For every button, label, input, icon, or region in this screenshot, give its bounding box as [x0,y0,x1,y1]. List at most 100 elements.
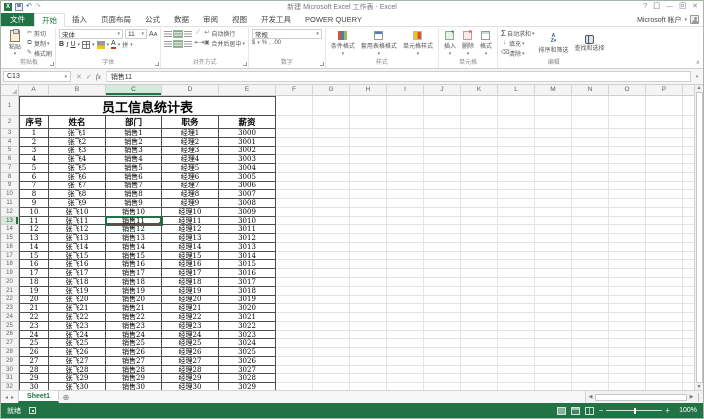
cell-D32[interactable]: 经理30 [162,383,219,390]
help-button[interactable]: ? [643,2,647,12]
cell-L27[interactable] [498,339,535,348]
cell-O7[interactable] [609,164,646,173]
cell-G31[interactable] [313,374,350,383]
cell-L21[interactable] [498,287,535,296]
cell-B26[interactable]: 张飞24 [49,331,106,340]
cell-F6[interactable] [276,155,313,164]
cell-D27[interactable]: 经理25 [162,339,219,348]
cell-O13[interactable] [609,217,646,226]
cell-A31[interactable]: 29 [19,374,49,383]
cell-D18[interactable]: 经理16 [162,260,219,269]
cell-G32[interactable] [313,383,350,390]
cell-H32[interactable] [350,383,387,390]
cell-P8[interactable] [646,173,683,182]
cell-K25[interactable] [461,322,498,331]
cell-Q30[interactable] [683,366,694,375]
cell-N6[interactable] [572,155,609,164]
cell-Q12[interactable] [683,208,694,217]
cell-I19[interactable] [387,269,424,278]
cell-P25[interactable] [646,322,683,331]
cell-D11[interactable]: 经理9 [162,199,219,208]
cell-M11[interactable] [535,199,572,208]
percent-button[interactable]: % [262,40,267,46]
cell-B7[interactable]: 张飞5 [49,164,106,173]
autosum-button[interactable]: Σ自动求和▾ [501,29,534,38]
cell-C7[interactable]: 销售5 [106,164,162,173]
cell-B15[interactable]: 张飞13 [49,234,106,243]
cell-A10[interactable]: 8 [19,190,49,199]
cell-F19[interactable] [276,269,313,278]
cell-P12[interactable] [646,208,683,217]
cell-F25[interactable] [276,322,313,331]
cell-O19[interactable] [609,269,646,278]
cell-E5[interactable]: 3002 [219,147,276,156]
cell-Q28[interactable] [683,348,694,357]
cell-C32[interactable]: 销售30 [106,383,162,390]
column-header-J[interactable]: J [424,85,461,96]
cell-H23[interactable] [350,304,387,313]
cell-I25[interactable] [387,322,424,331]
cell-J20[interactable] [424,278,461,287]
cell-D6[interactable]: 经理4 [162,155,219,164]
cell-D24[interactable]: 经理22 [162,313,219,322]
cell-A29[interactable]: 27 [19,357,49,366]
cell-P29[interactable] [646,357,683,366]
cell-P1[interactable] [646,96,683,116]
cell-C8[interactable]: 销售6 [106,173,162,182]
cell-M21[interactable] [535,287,572,296]
align-center-button[interactable] [174,41,182,47]
cell-N28[interactable] [572,348,609,357]
cell-D5[interactable]: 经理3 [162,147,219,156]
cell-Q31[interactable] [683,374,694,383]
zoom-slider[interactable] [606,410,662,411]
cell-B3[interactable]: 张飞1 [49,129,106,138]
cell-A23[interactable]: 21 [19,304,49,313]
cell-L12[interactable] [498,208,535,217]
cell-I4[interactable] [387,138,424,147]
cell-J24[interactable] [424,313,461,322]
cell-K15[interactable] [461,234,498,243]
cell-E21[interactable]: 3018 [219,287,276,296]
cell-E14[interactable]: 3011 [219,225,276,234]
row-header-15[interactable]: 15 [1,234,19,243]
cell-K28[interactable] [461,348,498,357]
cell-N14[interactable] [572,225,609,234]
cell-B27[interactable]: 张飞25 [49,339,106,348]
row-header-1[interactable]: 1 [1,96,19,116]
cell-C4[interactable]: 销售2 [106,138,162,147]
conditional-formatting-button[interactable]: 条件格式 ▾ [329,31,357,57]
formula-input[interactable]: 销售11 [107,71,691,82]
cell-I10[interactable] [387,190,424,199]
column-header-G[interactable]: G [313,85,350,96]
file-tab[interactable]: 文件 [1,13,34,26]
column-header-B[interactable]: B [49,85,106,96]
row-header-20[interactable]: 20 [1,278,19,287]
zoom-in-icon[interactable]: + [665,407,670,415]
cell-K26[interactable] [461,331,498,340]
account-area[interactable]: Microsoft 帐户 ▾ [637,13,703,26]
cell-I21[interactable] [387,287,424,296]
cell-K27[interactable] [461,339,498,348]
cell-P5[interactable] [646,147,683,156]
cell-O18[interactable] [609,260,646,269]
avatar[interactable] [690,15,699,24]
cell-B21[interactable]: 张飞19 [49,287,106,296]
cell-K16[interactable] [461,243,498,252]
cell-P10[interactable] [646,190,683,199]
cell-G2[interactable] [313,116,350,129]
sort-filter-button[interactable]: AZ▾ 排序和筛选 [536,34,570,54]
cell-N23[interactable] [572,304,609,313]
page-break-view-icon[interactable] [585,407,594,415]
cell-I15[interactable] [387,234,424,243]
cell-J32[interactable] [424,383,461,390]
align-bottom-button[interactable] [184,31,192,37]
cell-I20[interactable] [387,278,424,287]
cell-K6[interactable] [461,155,498,164]
cell-H15[interactable] [350,234,387,243]
phonetic-button[interactable]: 拼 [122,40,128,49]
cell-L14[interactable] [498,225,535,234]
cell-H22[interactable] [350,296,387,305]
cell-M10[interactable] [535,190,572,199]
cell-K10[interactable] [461,190,498,199]
cell-D26[interactable]: 经理24 [162,331,219,340]
